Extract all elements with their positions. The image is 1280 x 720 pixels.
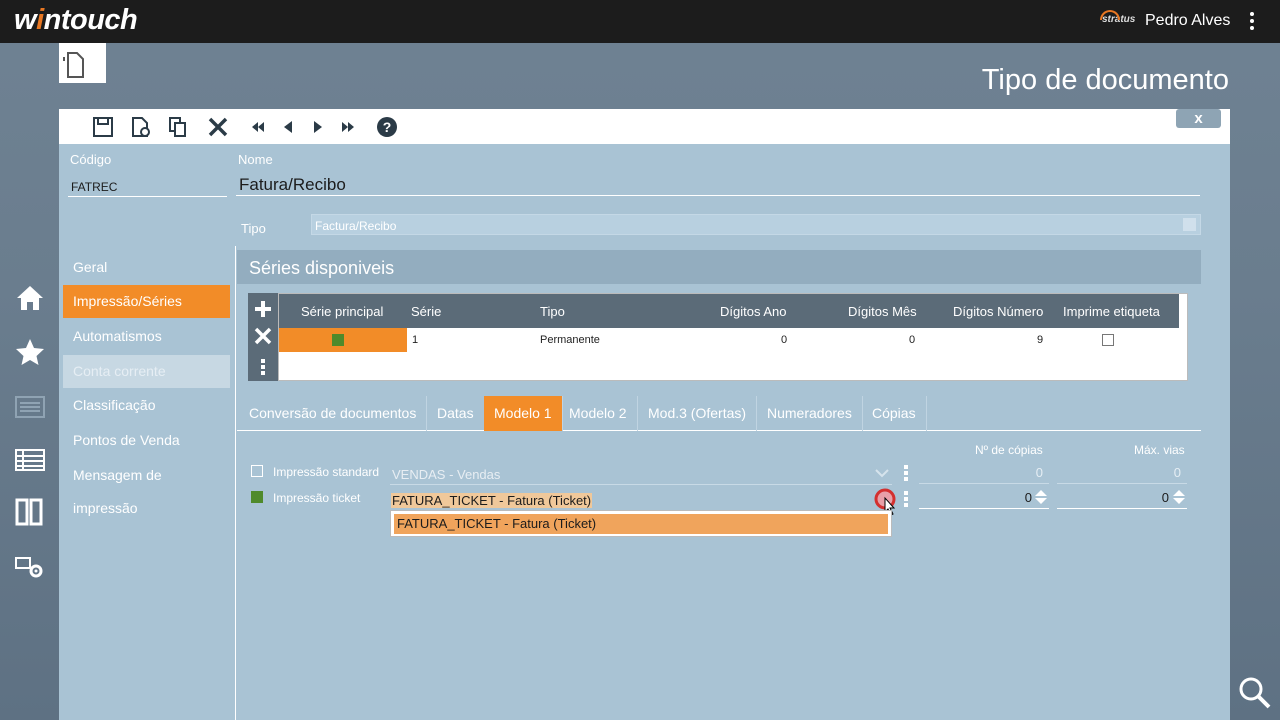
nav-mensagem-impressao[interactable]: Mensagem de impressão [63, 459, 230, 516]
first-icon[interactable] [247, 116, 269, 138]
col-serie-principal[interactable]: Série principal [301, 304, 383, 319]
document-icon[interactable] [59, 43, 106, 83]
svg-text:?: ? [383, 119, 392, 135]
tab-modelo-1[interactable]: Modelo 1 [484, 396, 563, 431]
ticket-checkbox[interactable] [251, 491, 263, 503]
save-icon[interactable] [92, 116, 114, 138]
ticket-vias[interactable]: 0 [1125, 490, 1169, 505]
copias-label: Nº de cópias [975, 443, 1043, 457]
col-imprime-etiqueta[interactable]: Imprime etiqueta [1063, 304, 1160, 319]
home-icon[interactable] [15, 284, 45, 312]
principal-checkbox[interactable] [332, 334, 344, 346]
nav-classificacao-certificacao[interactable]: Classificação certificação [63, 389, 230, 446]
nav-conta-corrente: Conta corrente [63, 355, 230, 388]
binders-icon[interactable] [15, 497, 45, 527]
ticket-copias[interactable]: 0 [988, 490, 1032, 505]
delete-row-icon[interactable] [254, 327, 272, 345]
col-digitos-numero[interactable]: Dígitos Número [953, 304, 1043, 319]
vias-spinner-icon[interactable] [1172, 488, 1186, 506]
app-logo: wintouch [14, 4, 138, 36]
ticket-select[interactable]: FATURA_TICKET - Fatura (Ticket) [391, 493, 593, 508]
nav-impressao-series[interactable]: Impressão/Séries [63, 285, 230, 318]
next-icon[interactable] [307, 116, 329, 138]
table-icon[interactable] [15, 448, 45, 472]
dropdown-option[interactable]: FATURA_TICKET - Fatura (Ticket) [394, 514, 888, 534]
standard-options-icon[interactable] [904, 465, 908, 483]
tipo-dropdown-icon [1183, 218, 1196, 231]
nome-field[interactable]: Fatura/Recibo [239, 175, 346, 195]
list-card-icon[interactable] [15, 395, 45, 419]
tab-conversao[interactable]: Conversão de documentos [239, 396, 428, 431]
top-bar: wintouch stratus Pedro Alves [0, 0, 1280, 43]
ticket-options-icon[interactable] [904, 491, 908, 509]
tab-modelo-2[interactable]: Modelo 2 [559, 396, 638, 431]
standard-copias: 0 [1035, 465, 1043, 480]
row-options-icon[interactable] [261, 359, 265, 377]
tab-bar: Conversão de documentos Datas Modelo 1 M… [237, 396, 1201, 431]
more-menu-icon[interactable] [1250, 12, 1254, 33]
tipo-field: Factura/Recibo [311, 214, 1201, 235]
codigo-field[interactable]: FATREC [71, 180, 117, 194]
standard-checkbox[interactable] [251, 465, 263, 477]
main-panel: ? x Código FATREC Nome Fatura/Recibo Tip… [59, 109, 1230, 720]
tab-copias[interactable]: Cópias [862, 396, 927, 431]
col-tipo[interactable]: Tipo [540, 304, 565, 319]
delete-icon[interactable] [207, 116, 229, 138]
copias-spinner-icon[interactable] [1034, 488, 1048, 506]
grid-actions [248, 293, 278, 381]
chevron-down-icon[interactable] [875, 468, 889, 478]
stratus-brand: stratus [1099, 10, 1136, 25]
standard-vias: 0 [1173, 465, 1181, 480]
nome-label: Nome [238, 152, 273, 167]
standard-label: Impressão standard [273, 465, 380, 479]
settings-icon[interactable] [15, 555, 45, 581]
standard-select[interactable]: VENDAS - Vendas [392, 467, 500, 482]
imprime-etiqueta-checkbox[interactable] [1102, 334, 1114, 346]
help-icon[interactable]: ? [376, 116, 398, 138]
table-row[interactable]: 1 Permanente 0 0 9 [279, 328, 1179, 352]
user-name[interactable]: Pedro Alves [1145, 12, 1230, 30]
tab-mod3-ofertas[interactable]: Mod.3 (Ofertas) [638, 396, 758, 431]
page-title: Tipo de documento [981, 64, 1229, 96]
nav-automatismos[interactable]: Automatismos [63, 320, 230, 353]
prev-icon[interactable] [277, 116, 299, 138]
tab-datas[interactable]: Datas [427, 396, 485, 431]
last-icon[interactable] [337, 116, 359, 138]
col-digitos-mes[interactable]: Dígitos Mês [848, 304, 917, 319]
col-serie[interactable]: Série [411, 304, 441, 319]
series-table: Série principal Série Tipo Dígitos Ano D… [278, 293, 1188, 381]
search-icon[interactable] [1238, 676, 1272, 710]
toolbar: ? [59, 109, 1230, 144]
add-row-icon[interactable] [253, 299, 273, 319]
nav-pontos-de-venda[interactable]: Pontos de Venda [63, 424, 230, 457]
series-header: Séries disponiveis [237, 250, 1201, 284]
close-button[interactable]: x [1176, 109, 1221, 128]
tipo-label: Tipo [241, 221, 266, 236]
new-doc-icon[interactable] [129, 116, 151, 138]
vias-label: Máx. vias [1134, 443, 1185, 457]
star-icon[interactable] [15, 338, 45, 366]
nav-geral[interactable]: Geral [63, 251, 230, 284]
tab-numeradores[interactable]: Numeradores [757, 396, 863, 431]
codigo-label: Código [70, 152, 112, 167]
col-digitos-ano[interactable]: Dígitos Ano [720, 304, 787, 319]
ticket-dropdown-list: FATURA_TICKET - Fatura (Ticket) [390, 510, 892, 537]
duplicate-icon[interactable] [167, 116, 189, 138]
ticket-label: Impressão ticket [273, 491, 361, 505]
